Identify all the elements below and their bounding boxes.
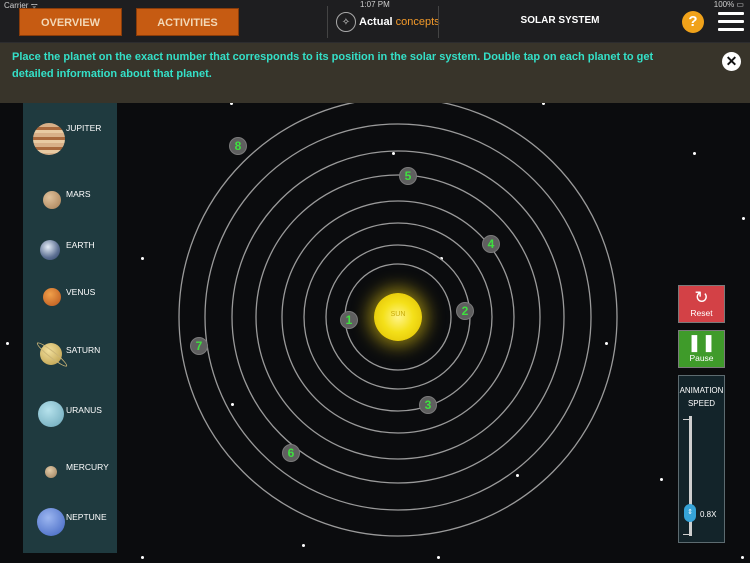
planet-label: JUPITER bbox=[66, 123, 102, 133]
position-marker-5[interactable]: 5 bbox=[399, 167, 417, 185]
planet-panel: JUPITER MARS EARTH VENUS SATURN URANUS M… bbox=[23, 103, 117, 553]
pause-icon: ❚❚ bbox=[687, 333, 716, 352]
tab-activities[interactable]: ACTIVITIES bbox=[136, 8, 239, 36]
status-bar: Carrier ᯤ 1:07 PM 100% ▭ bbox=[0, 0, 750, 10]
tab-overview[interactable]: OVERVIEW bbox=[19, 8, 122, 36]
divider bbox=[327, 6, 328, 38]
speed-title: ANIMATION SPEED bbox=[679, 386, 724, 408]
mars-icon bbox=[43, 191, 61, 209]
jupiter-icon bbox=[33, 123, 65, 155]
logo-word-1: Actual bbox=[359, 16, 393, 28]
hamburger-menu-icon[interactable] bbox=[718, 12, 744, 32]
planet-item-uranus[interactable]: URANUS bbox=[23, 399, 117, 429]
page-title: SOLAR SYSTEM bbox=[520, 15, 600, 26]
planet-item-mercury[interactable]: MERCURY bbox=[23, 461, 117, 481]
uranus-icon bbox=[38, 401, 64, 427]
position-marker-8[interactable]: 8 bbox=[229, 137, 247, 155]
planet-item-earth[interactable]: EARTH bbox=[23, 237, 117, 261]
position-marker-1[interactable]: 1 bbox=[340, 311, 358, 329]
position-marker-2[interactable]: 2 bbox=[456, 302, 474, 320]
venus-icon bbox=[43, 288, 61, 306]
logo-icon: ✧ bbox=[336, 12, 356, 32]
reset-label: Reset bbox=[690, 308, 713, 318]
neptune-icon bbox=[37, 508, 65, 536]
position-marker-6[interactable]: 6 bbox=[282, 444, 300, 462]
mercury-icon bbox=[45, 466, 57, 478]
sun: SUN bbox=[374, 293, 422, 341]
actual-concepts-logo: ✧ Actual concepts bbox=[336, 11, 440, 33]
clock: 1:07 PM bbox=[360, 0, 390, 9]
speed-value: 0.8X bbox=[700, 510, 717, 519]
planet-item-saturn[interactable]: SATURN bbox=[23, 335, 117, 375]
help-icon[interactable]: ? bbox=[682, 11, 704, 33]
animation-speed-panel: ANIMATION SPEED ⇕ 0.8X bbox=[678, 375, 725, 543]
planet-label: URANUS bbox=[66, 405, 102, 415]
speed-slider-handle[interactable]: ⇕ bbox=[684, 504, 696, 522]
slider-tick bbox=[683, 419, 689, 420]
slider-tick bbox=[683, 534, 689, 535]
planet-label: MERCURY bbox=[66, 462, 109, 472]
planet-item-venus[interactable]: VENUS bbox=[23, 285, 117, 309]
instruction-text: Place the planet on the exact number tha… bbox=[12, 51, 654, 80]
logo-word-2: concepts bbox=[395, 16, 440, 28]
planet-item-mars[interactable]: MARS bbox=[23, 187, 117, 211]
planet-label: MARS bbox=[66, 189, 91, 199]
planet-item-jupiter[interactable]: JUPITER bbox=[23, 121, 117, 161]
position-marker-7[interactable]: 7 bbox=[190, 337, 208, 355]
planet-item-neptune[interactable]: NEPTUNE bbox=[23, 505, 117, 536]
carrier-text: Carrier ᯤ bbox=[4, 1, 38, 10]
sun-label: SUN bbox=[390, 311, 406, 318]
planet-label: NEPTUNE bbox=[66, 512, 107, 522]
battery-indicator: 100% ▭ bbox=[713, 0, 744, 9]
planet-label: VENUS bbox=[66, 287, 96, 297]
earth-icon bbox=[40, 240, 60, 260]
planet-label: SATURN bbox=[66, 345, 101, 355]
pause-label: Pause bbox=[689, 353, 714, 363]
instruction-banner: Place the planet on the exact number tha… bbox=[0, 43, 750, 103]
close-icon[interactable]: ✕ bbox=[722, 52, 741, 71]
position-marker-3[interactable]: 3 bbox=[419, 396, 437, 414]
pause-button[interactable]: ❚❚ Pause bbox=[678, 330, 725, 368]
planet-label: EARTH bbox=[66, 240, 95, 250]
divider bbox=[438, 6, 439, 38]
position-marker-4[interactable]: 4 bbox=[482, 235, 500, 253]
reset-icon: ↻ bbox=[694, 288, 709, 307]
reset-button[interactable]: ↻ Reset bbox=[678, 285, 725, 323]
